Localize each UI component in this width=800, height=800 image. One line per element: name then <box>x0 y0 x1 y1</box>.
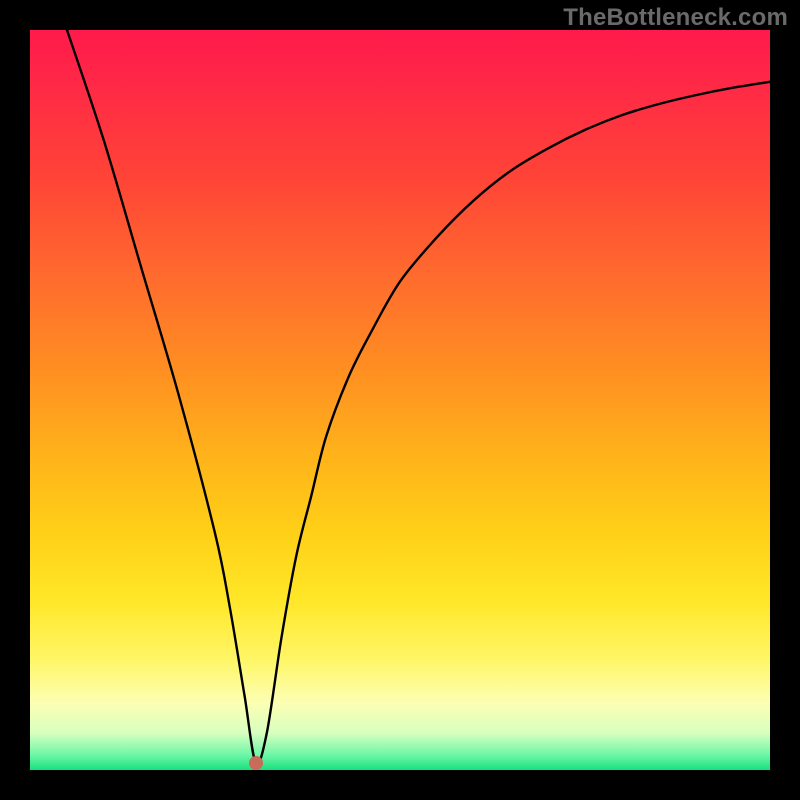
bottleneck-curve <box>30 30 770 770</box>
minimum-marker <box>249 756 263 770</box>
chart-frame: TheBottleneck.com <box>0 0 800 800</box>
watermark-text: TheBottleneck.com <box>563 4 788 32</box>
plot-area <box>30 30 770 770</box>
